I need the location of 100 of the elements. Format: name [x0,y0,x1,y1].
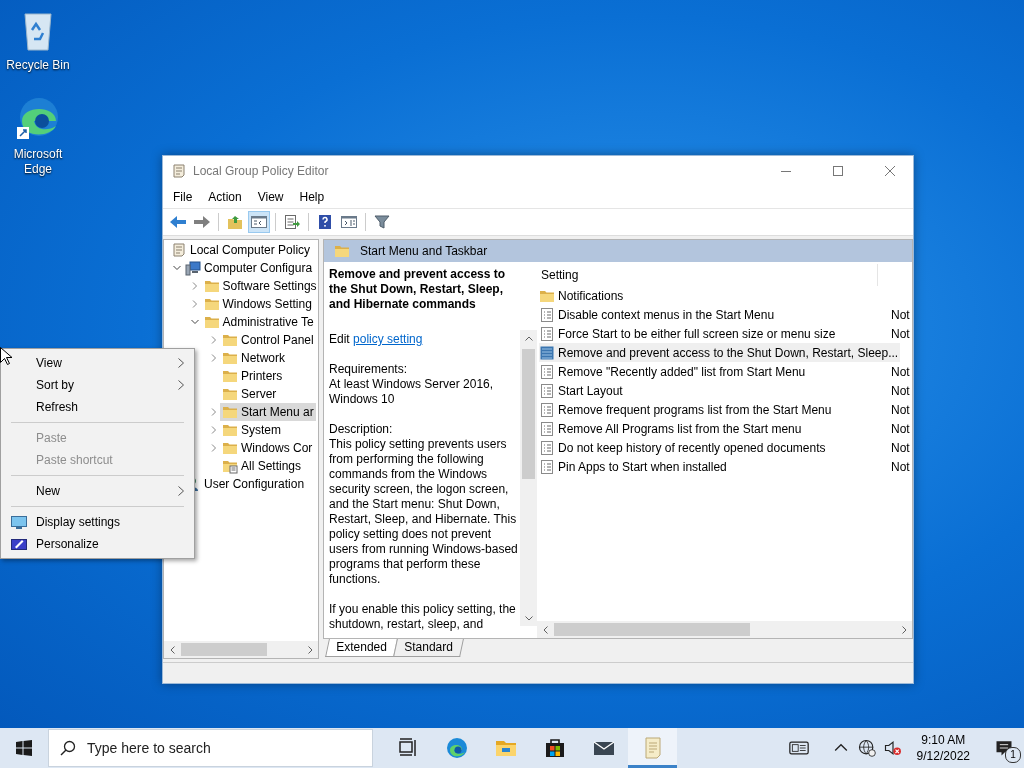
settings-folder-icon [222,458,238,474]
window-title: Local Group Policy Editor [193,164,330,178]
tree-pane-icon [250,214,268,230]
folder-icon [222,350,238,366]
state-cell-text: Not [890,326,910,341]
document-icon [539,401,555,418]
tree-item[interactable]: Computer Configura [183,259,315,277]
document-icon [539,420,555,437]
description-paragraph: This policy setting prevents users from performing the following commands from the Windows security screen, the logon screen, and the Start menu: Shut Down, Restart, Sleep, and Hibernate. This policy setting does not prevent users from running Windows-based programs that perform these functions. [329,437,519,587]
document-icon [539,363,555,380]
column-header[interactable]: Setting [539,264,878,286]
tree-item[interactable]: Windows Cor [220,439,315,457]
horizontal-scrollbar[interactable] [537,621,912,638]
desktop-icon-label[interactable]: Recycle Bin [6,58,70,73]
menu-item[interactable]: Display settings [1,511,194,533]
desktop-icon-label[interactable]: Microsoft Edge [6,147,70,177]
paint-screen-icon [11,536,27,552]
tree-item[interactable]: Windows Setting [201,295,314,313]
notification-count: 1 [1005,747,1021,763]
edge-icon [444,736,469,760]
policy-icon [539,344,555,361]
tree-item[interactable]: Network [220,349,287,367]
policy-title: Remove and prevent access to the Shut Down, Restart, Sleep, and Hibernate commands [329,267,507,312]
state-cell-text: Not [890,459,910,474]
state-cell-text: Not [890,421,910,436]
search-icon [60,740,76,756]
up-folder-icon [226,214,244,230]
setting-item[interactable]: Remove All Programs list from the Start menu [539,419,884,438]
menu-item[interactable]: View [249,190,292,204]
menu-item[interactable]: New [1,480,194,502]
folder-icon [222,368,238,384]
document-icon [539,439,555,456]
forward-arrow-icon [193,214,211,230]
folder-icon [222,404,238,420]
export-list-icon [283,214,301,230]
scroll-icon [171,163,187,179]
globe-icon[interactable] [856,738,877,758]
help-icon [316,214,334,230]
menu-item[interactable]: Personalize [1,533,194,555]
setting-item[interactable]: Notifications [539,286,884,305]
requirements-text: At least Windows Server 2016, Windows 10 [329,377,495,407]
document-icon [539,458,555,475]
tree-item[interactable]: Start Menu ar [220,403,316,421]
state-cell-text: Not [890,364,910,379]
tab[interactable]: Standard [392,639,464,657]
pane-title: Start Menu and Taskbar [360,244,488,258]
menu-item[interactable]: File [165,190,201,204]
tree-item[interactable]: Printers [220,367,285,385]
tree-item[interactable]: System [220,421,283,439]
menu-item[interactable]: Action [200,190,250,204]
vertical-scrollbar[interactable] [520,330,537,626]
folder-icon [222,332,238,348]
back-arrow-icon [169,214,187,230]
setting-item[interactable]: Start Layout [539,381,884,400]
policy-setting-link[interactable]: policy setting [353,332,423,346]
folder-icon [222,422,238,438]
setting-item[interactable]: Do not keep history of recently opened documents [539,438,884,457]
setting-item[interactable]: Pin Apps to Start when installed [539,457,884,476]
folder-icon [203,278,220,294]
tab[interactable]: Extended [325,639,398,657]
state-cell-text: Not [890,383,910,398]
edit-label: Edit [329,332,350,346]
folder-icon [203,296,220,312]
folder-icon [222,386,238,402]
action-pane-icon [340,214,358,230]
toolbar-button[interactable] [248,211,270,233]
menu-item[interactable]: Refresh [1,396,194,418]
scroll-icon [171,242,187,258]
folder-icon [222,440,238,456]
tree-item[interactable]: Software Settings [201,277,318,295]
notification-button[interactable]: 1 [984,728,1024,768]
setting-item[interactable]: Remove "Recently added" list from Start Menu [539,362,884,381]
tree-item[interactable]: Control Panel [220,331,316,349]
close-icon[interactable] [885,166,895,176]
setting-item[interactable]: Force Start to be either full screen size or menu size [539,324,884,343]
document-icon [539,325,555,342]
mouse-pointer-icon [0,347,12,365]
document-icon [539,306,555,323]
windows-logo-icon[interactable] [16,740,32,756]
state-cell-text: Not [890,307,910,322]
maximize-icon[interactable] [833,166,843,176]
monitor-icon [11,514,27,530]
tree-item[interactable]: All Settings [220,457,304,475]
menu-item[interactable]: Help [291,190,333,204]
tree-item[interactable]: Server [220,385,279,403]
search-field[interactable]: Type here to search [48,729,373,767]
tree-item[interactable]: Administrative Te [201,313,316,331]
horizontal-scrollbar[interactable] [164,641,318,658]
description-label: Description: [329,422,394,437]
menu-item[interactable]: Sort by [1,374,194,396]
state-cell-text: Not [890,402,910,417]
setting-item[interactable]: Remove frequent programs list from the Start Menu [539,400,884,419]
document-icon [539,382,555,399]
computer-icon [185,260,201,276]
tree-item[interactable]: Local Computer Policy [169,241,313,259]
setting-item[interactable]: Disable context menus in the Start Menu [539,305,884,324]
muted-speaker-icon[interactable] [882,738,903,758]
clock[interactable]: 9:10 AM 9/12/2022 [908,732,978,764]
setting-item[interactable]: Remove and prevent access to the Shut Down, Restart, Sleep... [539,343,901,362]
description-paragraph: If you enable this policy setting, the shutdown, restart, sleep, and [329,602,517,632]
